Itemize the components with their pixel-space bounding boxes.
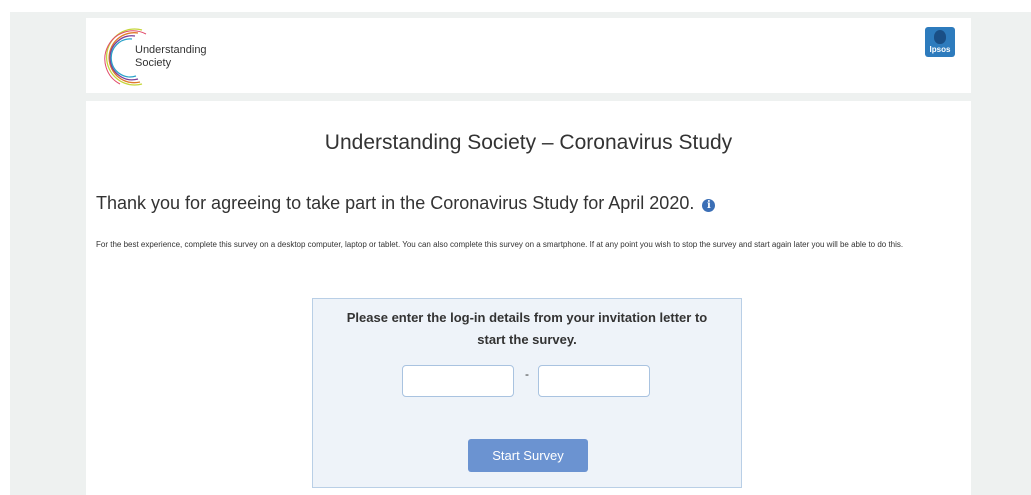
info-icon[interactable]: i: [702, 199, 716, 212]
site-header: Understanding Society Ipsos: [86, 18, 971, 93]
understanding-society-logo[interactable]: Understanding Society: [102, 26, 252, 86]
start-survey-button[interactable]: Start Survey: [468, 439, 588, 472]
ipsos-mark-icon: [934, 30, 946, 44]
logo-text: Understanding Society: [135, 44, 207, 69]
ipsos-logo-text: Ipsos: [929, 45, 951, 54]
login-code-field-2[interactable]: [538, 365, 650, 397]
thanks-text: Thank you for agreeing to take part in t…: [96, 193, 695, 213]
login-code-field-1[interactable]: [402, 365, 514, 397]
page-title: Understanding Society – Coronavirus Stud…: [324, 131, 733, 154]
thanks-heading: Thank you for agreeing to take part in t…: [96, 193, 716, 214]
ipsos-logo: Ipsos: [925, 27, 955, 57]
main-content: Understanding Society – Coronavirus Stud…: [86, 101, 971, 495]
login-box: Please enter the log-in details from you…: [312, 298, 742, 488]
login-separator: -: [525, 367, 529, 381]
intro-text: For the best experience, complete this s…: [96, 240, 904, 249]
login-prompt: Please enter the log-in details from you…: [346, 310, 708, 347]
